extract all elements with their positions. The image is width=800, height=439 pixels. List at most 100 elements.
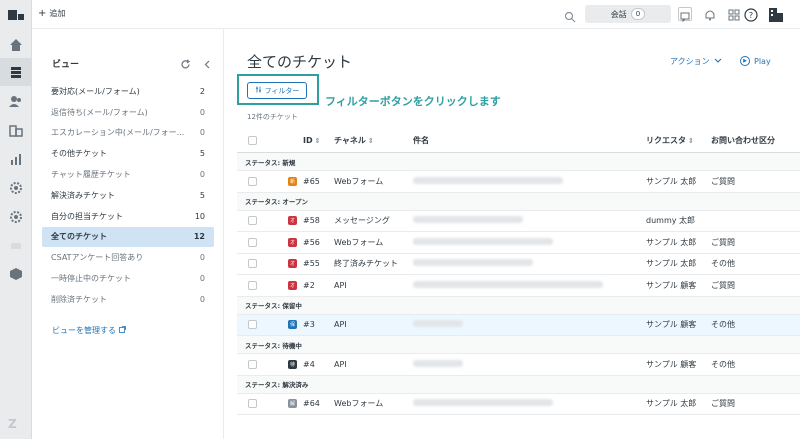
- ticket-channel: 終了済みチケット: [334, 259, 398, 269]
- ticket-subject[interactable]: [413, 359, 646, 369]
- external-link-icon: [119, 326, 126, 335]
- reporting-icon[interactable]: [8, 151, 24, 167]
- refresh-icon[interactable]: [180, 55, 191, 69]
- ticket-subject[interactable]: [413, 320, 646, 329]
- select-all-checkbox[interactable]: [247, 136, 257, 145]
- row-checkbox[interactable]: [247, 320, 257, 330]
- page-title: 全てのチケット: [247, 53, 353, 71]
- ticket-subject[interactable]: [413, 176, 646, 186]
- collapse-chevron-icon[interactable]: [202, 55, 213, 69]
- view-item[interactable]: 返信待ち(メール/フォーム) 0: [42, 102, 214, 123]
- column-subject[interactable]: 件名: [413, 135, 646, 146]
- customers-icon[interactable]: [8, 93, 24, 109]
- ticket-subject[interactable]: [413, 399, 646, 408]
- status-group-label: ステータス: 解決済み: [245, 381, 309, 389]
- views-title: ビュー: [52, 60, 80, 70]
- play-button[interactable]: ▶ Play: [740, 56, 771, 66]
- table-row[interactable]: 待 #4 API サンプル 顧客 その他: [237, 354, 800, 376]
- view-item[interactable]: 削除済チケット 0: [42, 289, 214, 310]
- redacted-subject: [413, 280, 603, 288]
- column-channel[interactable]: チャネル ⇕: [334, 135, 413, 146]
- filter-label: フィルター: [264, 86, 300, 95]
- row-checkbox[interactable]: [247, 280, 257, 290]
- views-icon[interactable]: [0, 58, 32, 86]
- status-badge: 待: [288, 359, 297, 369]
- view-item-label: 解決済みチケット: [51, 190, 115, 200]
- zendesk-z-icon: Z: [8, 417, 17, 431]
- conversations-button[interactable]: 会話 0: [585, 5, 671, 23]
- table-row[interactable]: オ #58 メッセージング dummy 太郎: [237, 211, 800, 232]
- view-item[interactable]: 全てのチケット 12: [42, 226, 214, 248]
- help-icon[interactable]: ?: [744, 7, 758, 22]
- add-button[interactable]: + 追加: [38, 8, 65, 19]
- organizations-icon[interactable]: [8, 122, 24, 138]
- table-header: ID ⇕ チャネル ⇕ 件名 リクエスタ ⇕ お問い合わせ区分: [237, 129, 800, 153]
- view-list: 要対応(メール/フォーム) 2 返信待ち(メール/フォーム) 0 エスカレーション中(メ…: [42, 81, 214, 310]
- status-group-label: ステータス: オープン: [245, 198, 308, 206]
- view-item-count: 2: [199, 86, 205, 96]
- view-item[interactable]: 要対応(メール/フォーム) 2: [42, 81, 214, 102]
- product-tray-icon[interactable]: [727, 7, 741, 21]
- row-checkbox[interactable]: [247, 359, 257, 369]
- ticket-subject[interactable]: [413, 216, 646, 225]
- row-checkbox[interactable]: [247, 216, 257, 226]
- ticket-subject[interactable]: [413, 237, 646, 247]
- status-group-header: ステータス: オープン: [237, 192, 800, 211]
- redacted-subject: [413, 320, 463, 328]
- table-row[interactable]: 新 #65 Webフォーム サンプル 太郎 ご質問: [237, 171, 800, 193]
- filter-button[interactable]: フィルター: [247, 82, 307, 99]
- actions-dropdown[interactable]: アクション: [670, 56, 722, 67]
- view-item-count: 0: [199, 253, 205, 263]
- redacted-subject: [413, 176, 563, 184]
- row-checkbox[interactable]: [247, 176, 257, 186]
- view-item[interactable]: 一時停止中のチケット 0: [42, 268, 214, 289]
- manage-views-link[interactable]: ビューを管理する: [52, 325, 126, 336]
- apps-cube-icon[interactable]: [8, 266, 24, 282]
- view-item[interactable]: チャット履歴チケット 0: [42, 164, 214, 185]
- organization-avatar-icon[interactable]: [768, 7, 783, 22]
- view-item-label: 返信待ち(メール/フォーム): [51, 107, 148, 117]
- column-id[interactable]: ID ⇕: [303, 136, 334, 145]
- apps-faded-icon[interactable]: [8, 238, 24, 254]
- zendesk-logo-icon[interactable]: [7, 8, 25, 22]
- product-nav-rail: Z: [0, 0, 32, 439]
- view-item[interactable]: CSATアンケート回答あり 0: [42, 247, 214, 268]
- table-row[interactable]: オ #56 Webフォーム サンプル 太郎 ご質問: [237, 232, 800, 254]
- row-checkbox[interactable]: [247, 399, 257, 409]
- view-item[interactable]: その他チケット 5: [42, 143, 214, 164]
- view-item[interactable]: 解決済みチケット 5: [42, 185, 214, 206]
- ticket-category: その他: [711, 359, 735, 369]
- ticket-category: ご質問: [711, 399, 735, 409]
- chat-bubble-icon[interactable]: [678, 7, 692, 23]
- ticket-requester: サンプル 顧客: [646, 320, 697, 330]
- ticket-subject[interactable]: [413, 280, 646, 290]
- view-item-label: 要対応(メール/フォーム): [51, 86, 140, 96]
- view-item[interactable]: 自分の担当チケット 10: [42, 206, 214, 227]
- search-icon[interactable]: [564, 8, 576, 23]
- view-item[interactable]: エスカレーション中(メール/フォー... 0: [42, 123, 214, 144]
- table-row[interactable]: 保 #3 API サンプル 顧客 その他: [237, 314, 800, 336]
- table-row[interactable]: 解 #64 Webフォーム サンプル 太郎 ご質問: [237, 394, 800, 415]
- table-row[interactable]: オ #2 API サンプル 顧客 ご質問: [237, 275, 800, 297]
- table-row[interactable]: オ #55 終了済みチケット サンプル 太郎 その他: [237, 254, 800, 275]
- ticket-subject[interactable]: [413, 259, 646, 268]
- home-icon[interactable]: [8, 37, 24, 53]
- view-item-count: 10: [194, 211, 205, 221]
- ticket-channel: Webフォーム: [334, 237, 384, 247]
- redacted-subject: [413, 259, 533, 267]
- filter-sliders-icon: [255, 86, 262, 95]
- row-checkbox[interactable]: [247, 259, 257, 269]
- row-checkbox[interactable]: [247, 237, 257, 247]
- settings-gear-icon[interactable]: [8, 209, 24, 225]
- column-category[interactable]: お問い合わせ区分: [711, 135, 800, 146]
- ticket-id: #58: [303, 216, 320, 226]
- notification-bell-icon[interactable]: [703, 7, 717, 21]
- column-requester[interactable]: リクエスタ ⇕: [646, 135, 711, 146]
- redacted-subject: [413, 399, 553, 407]
- view-item-count: 12: [193, 232, 205, 242]
- admin-icon[interactable]: [8, 180, 24, 196]
- view-item-label: 一時停止中のチケット: [51, 274, 131, 284]
- view-item-count: 0: [199, 107, 205, 117]
- ticket-category: ご質問: [711, 176, 735, 186]
- status-badge: 新: [288, 176, 297, 186]
